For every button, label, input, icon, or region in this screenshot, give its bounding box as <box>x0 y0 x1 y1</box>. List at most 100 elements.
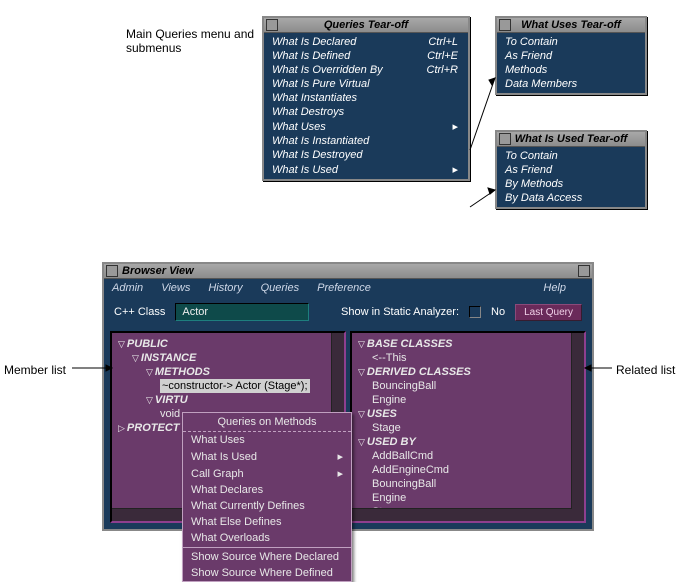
browser-titlebar[interactable]: Browser View <box>104 264 592 279</box>
menu-item[interactable]: By Methods <box>497 177 645 191</box>
context-item-label: What Uses <box>191 434 245 446</box>
context-menu-item[interactable]: Show Source Where Declared <box>183 549 351 565</box>
what-uses-titlebar[interactable]: What Uses Tear-off <box>497 18 645 33</box>
menubar: Admin Views History Queries Preference H… <box>104 279 592 297</box>
close-icon[interactable] <box>266 19 278 31</box>
menu-item[interactable]: Data Members <box>497 77 645 91</box>
menu-history[interactable]: History <box>208 282 242 294</box>
menu-admin[interactable]: Admin <box>112 282 143 294</box>
queries-tearoff-title: Queries Tear-off <box>324 19 408 31</box>
menu-shortcut: Ctrl+L <box>428 36 458 48</box>
menu-item-label: Data Members <box>505 78 577 90</box>
list-item[interactable]: BouncingBall <box>372 379 578 393</box>
tree-protected[interactable]: PROTECT <box>127 422 180 434</box>
no-checkbox[interactable] <box>469 306 481 318</box>
menu-item-label: To Contain <box>505 36 558 48</box>
menu-item[interactable]: What Uses▸ <box>264 119 468 134</box>
tree-public[interactable]: PUBLIC <box>127 338 168 350</box>
menu-item[interactable]: Methods <box>497 63 645 77</box>
tree-methods[interactable]: METHODS <box>155 366 210 378</box>
context-menu-item[interactable]: What Declares <box>183 482 351 498</box>
tree-uses[interactable]: USES <box>367 408 397 420</box>
menu-views[interactable]: Views <box>161 282 190 294</box>
close-icon[interactable] <box>499 133 511 145</box>
menu-item[interactable]: What Destroys <box>264 105 468 119</box>
context-menu-item[interactable]: Call Graph ▸ <box>183 465 351 482</box>
submenu-arrow-icon: ▸ <box>452 163 458 176</box>
menu-item[interactable]: What Is Destroyed <box>264 148 468 162</box>
context-menu-item[interactable]: What Uses <box>183 432 351 448</box>
menu-preference[interactable]: Preference <box>317 282 371 294</box>
menu-item-label: What Destroys <box>272 106 344 118</box>
context-menu-item[interactable]: What Is Used▸ <box>183 448 351 465</box>
close-icon[interactable] <box>499 19 511 31</box>
related-list-panel[interactable]: ▽BASE CLASSES <--This ▽DERIVED CLASSES B… <box>350 331 586 523</box>
minimize-icon[interactable] <box>578 265 590 277</box>
menu-item[interactable]: To Contain <box>497 149 645 163</box>
annotation-main-menu: Main Queries menu and submenus <box>126 27 266 55</box>
list-item[interactable]: AddEngineCmd <box>372 463 578 477</box>
menu-item[interactable]: As Friend <box>497 163 645 177</box>
submenu-arrow-icon: ▸ <box>337 450 343 463</box>
list-item[interactable]: Engine <box>372 393 578 407</box>
what-uses-tearoff-window: What Uses Tear-off To ContainAs FriendMe… <box>495 16 647 95</box>
what-is-used-body: To ContainAs FriendBy MethodsBy Data Acc… <box>497 147 645 207</box>
what-is-used-titlebar[interactable]: What Is Used Tear-off <box>497 132 645 147</box>
scrollbar-h[interactable] <box>352 508 572 521</box>
menu-item[interactable]: What Is Defined Ctrl+E <box>264 49 468 63</box>
context-menu-item[interactable]: Show Source Where Defined <box>183 565 351 581</box>
submenu-arrow-icon: ▸ <box>452 120 458 133</box>
context-menu-item[interactable]: What Else Defines <box>183 514 351 530</box>
queries-tearoff-body: What Is Declared Ctrl+L What Is Defined Ctr… <box>264 33 468 179</box>
menu-item-label: What Is Declared <box>272 36 356 48</box>
list-item[interactable]: Engine <box>372 491 578 505</box>
scrollbar-v[interactable] <box>571 333 584 521</box>
tree-instance[interactable]: INSTANCE <box>141 352 196 364</box>
menu-shortcut: Ctrl+R <box>427 64 458 76</box>
menu-help[interactable]: Help <box>543 282 566 294</box>
context-menu-item[interactable]: What Currently Defines <box>183 498 351 514</box>
tree-base-classes[interactable]: BASE CLASSES <box>367 338 453 350</box>
submenu-arrow-icon: ▸ <box>337 467 343 480</box>
tree-virtual[interactable]: VIRTU <box>155 394 188 406</box>
what-is-used-title: What Is Used Tear-off <box>515 133 627 145</box>
menu-item[interactable]: What Is Overridden ByCtrl+R <box>264 63 468 77</box>
menu-item[interactable]: What Is Instantiated <box>264 134 468 148</box>
static-label: Show in Static Analyzer: <box>341 306 459 318</box>
list-item[interactable]: BouncingBall <box>372 477 578 491</box>
menu-item-label: What Is Used <box>272 164 338 176</box>
context-item-label: What Currently Defines <box>191 500 305 512</box>
menu-queries[interactable]: Queries <box>261 282 300 294</box>
tree-this[interactable]: <--This <box>372 351 578 365</box>
list-item[interactable]: AddBallCmd <box>372 449 578 463</box>
tree-used-by[interactable]: USED BY <box>367 436 416 448</box>
context-item-label: What Else Defines <box>191 516 281 528</box>
list-item[interactable]: Stage <box>372 421 578 435</box>
what-uses-body: To ContainAs FriendMethodsData Members <box>497 33 645 93</box>
menu-item[interactable]: What Is Pure Virtual <box>264 77 468 91</box>
menu-item-label: What Is Defined <box>272 50 350 62</box>
menu-shortcut: Ctrl+E <box>427 50 458 62</box>
queries-tearoff-window: Queries Tear-off What Is DeclaredCtrl+LW… <box>262 16 470 181</box>
close-icon[interactable] <box>106 265 118 277</box>
last-query-button[interactable]: Last Query <box>515 304 582 321</box>
queries-tearoff-titlebar[interactable]: Queries Tear-off <box>264 18 468 33</box>
menu-item-label: By Methods <box>505 178 563 190</box>
context-menu-item[interactable]: What Overloads <box>183 530 351 546</box>
menu-item[interactable]: To Contain <box>497 35 645 49</box>
menu-item[interactable]: What Is Used ▸ <box>264 162 468 177</box>
menu-item[interactable]: By Data Access <box>497 191 645 205</box>
menu-item[interactable]: What Instantiates <box>264 91 468 105</box>
class-input[interactable] <box>175 303 309 321</box>
what-uses-title: What Uses Tear-off <box>521 19 621 31</box>
tree-derived[interactable]: DERIVED CLASSES <box>367 366 471 378</box>
menu-item[interactable]: What Is Declared Ctrl+L <box>264 35 468 49</box>
context-item-label: Call Graph <box>191 468 244 480</box>
menu-item[interactable]: As Friend <box>497 49 645 63</box>
menu-item-label: What Instantiates <box>272 92 357 104</box>
context-item-label: Show Source Where Declared <box>191 551 339 563</box>
menu-item-label: To Contain <box>505 150 558 162</box>
annotation-related-list: Related list <box>616 363 675 377</box>
selected-method[interactable]: ~constructor-> Actor (Stage*); <box>160 379 310 393</box>
context-item-label: Show Source Where Defined <box>191 567 333 579</box>
